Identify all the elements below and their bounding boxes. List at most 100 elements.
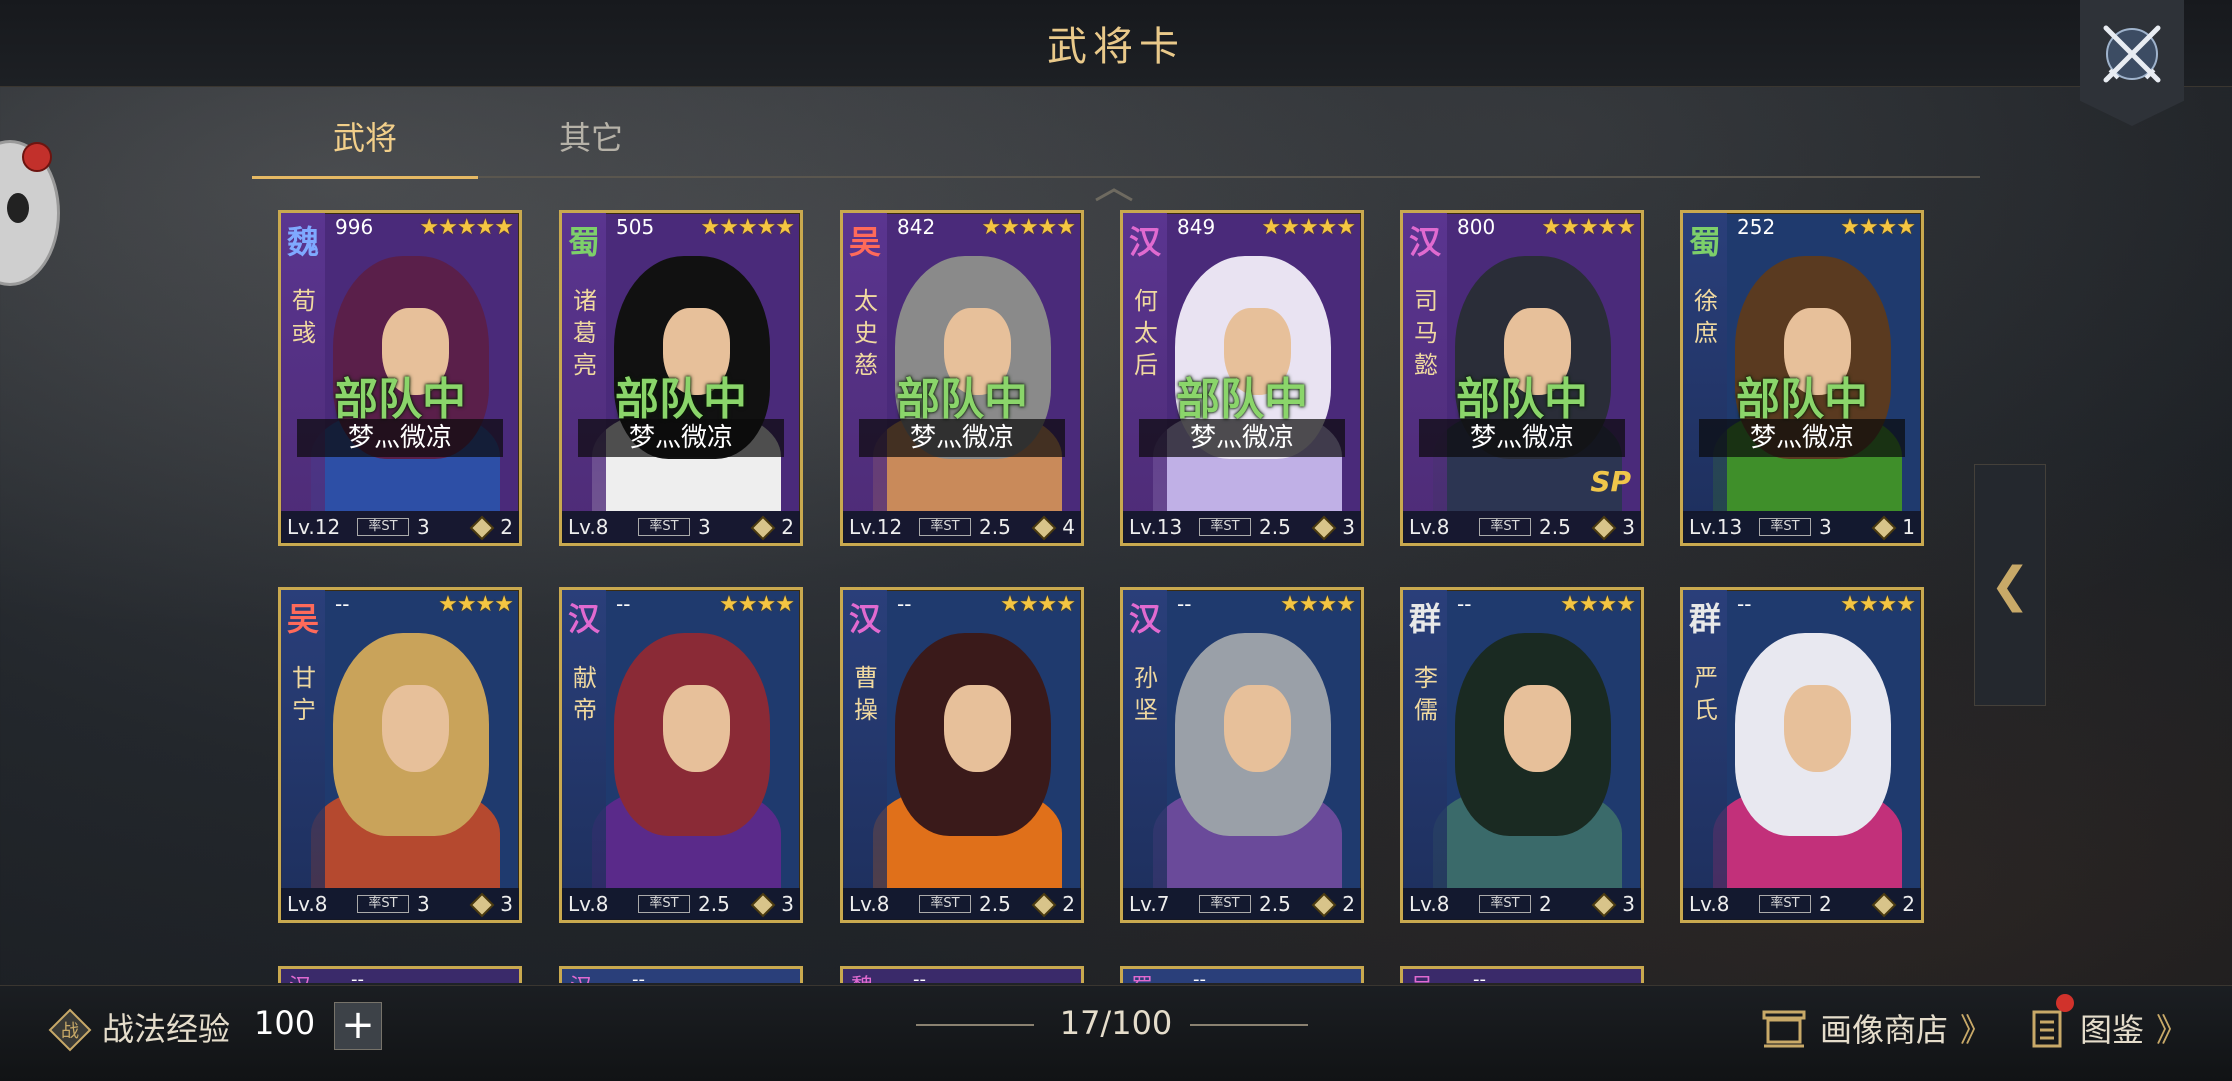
rate-badge: 率ST [1479,518,1531,536]
unit-count: 3 [781,892,794,916]
general-card-partial[interactable]: 魏 -- [840,966,1084,983]
faction-label: 魏 [287,223,320,261]
troop-type-icon [469,515,495,541]
faction-label: 魏 [851,969,873,983]
general-card[interactable]: 吴 842 ★★★★★ 太史慈 部队中 梦灬微凉 Lv.12 率ST 2.5 4 [840,210,1084,546]
general-card-partial[interactable]: 吴 -- [1400,966,1644,983]
troop-cost: 2.5 [698,892,730,916]
rate-badge: 率ST [1759,518,1811,536]
rate-badge: 率ST [357,518,409,536]
general-card[interactable]: 蜀 252 ★★★★ 徐庶 部队中 梦灬微凉 Lv.13 率ST 3 1 [1680,210,1924,546]
in-troop-label: 部队中 [896,374,1028,425]
scroll-up-icon [1095,188,1133,202]
general-card-partial[interactable]: 蜀 -- [1120,966,1364,983]
general-level: Lv.8 [568,515,609,539]
card-cost: -- [632,969,645,983]
owner-label: 梦灬微凉 [859,419,1065,457]
troop-cost: 3 [1819,515,1832,539]
top-bar: 武将卡 [0,0,2232,87]
troop-type-icon [1311,515,1337,541]
star-rating: ★★★★★ [1261,215,1356,240]
close-button[interactable] [2080,0,2184,126]
general-card[interactable]: 汉 -- ★★★★ 孙坚 Lv.7 率ST 2.5 2 [1120,587,1364,923]
general-card[interactable]: 汉 -- ★★★★ 曹操 Lv.8 率ST 2.5 2 [840,587,1084,923]
tab-generals[interactable]: 武将 [252,110,478,179]
general-card[interactable]: 魏 996 ★★★★★ 荀彧 部队中 梦灬微凉 Lv.12 率ST 3 2 [278,210,522,546]
general-card[interactable]: 汉 -- ★★★★ 献帝 Lv.8 率ST 2.5 3 [559,587,803,923]
rate-badge: 率ST [638,518,690,536]
card-cost: -- [897,592,912,616]
card-cost: -- [913,969,926,983]
general-name: 荀彧 [292,287,316,347]
in-troop-label: 部队中 [615,374,747,425]
faction-label: 汉 [568,600,601,638]
general-level: Lv.8 [1409,515,1450,539]
unit-count: 2 [1062,892,1075,916]
unit-count: 2 [781,515,794,539]
troop-type-icon [1031,515,1057,541]
general-level: Lv.8 [1689,892,1730,916]
card-footer: Lv.8 率ST 3 3 [281,888,519,920]
tab-others[interactable]: 其它 [478,110,704,176]
troop-cost: 2.5 [979,892,1011,916]
faction-label: 蜀 [568,223,601,261]
rate-badge: 率ST [1759,895,1811,913]
general-level: Lv.7 [1129,892,1170,916]
general-card[interactable]: 群 -- ★★★★ 李儒 Lv.8 率ST 2 3 [1400,587,1644,923]
faction-label: 汉 [289,969,311,983]
unit-count: 1 [1902,515,1915,539]
troop-cost: 2.5 [1259,515,1291,539]
rate-badge: 率ST [919,518,971,536]
troop-cost: 3 [417,515,430,539]
general-name: 甘宁 [292,664,316,724]
general-card[interactable]: 汉 800 ★★★★★ 司马懿 部队中 梦灬微凉 SP Lv.8 率ST 2.5 3 [1400,210,1644,546]
general-card[interactable]: 蜀 505 ★★★★★ 诸葛亮 部队中 梦灬微凉 Lv.8 率ST 3 2 [559,210,803,546]
portrait-face [382,685,449,772]
troop-type-icon [1311,892,1337,918]
star-rating: ★★★★ [1560,592,1636,617]
card-cost: -- [351,969,364,983]
card-cost: -- [1193,969,1206,983]
troop-cost: 2.5 [1259,892,1291,916]
general-card-partial[interactable]: 汉 -- [278,966,522,983]
unit-count: 2 [1902,892,1915,916]
crossed-swords-icon [2103,25,2161,83]
troop-type-icon [469,892,495,918]
general-card-partial[interactable]: 汉 -- [559,966,803,983]
general-card[interactable]: 汉 849 ★★★★★ 何太后 部队中 梦灬微凉 Lv.13 率ST 2.5 3 [1120,210,1364,546]
star-rating: ★★★★★ [700,215,795,240]
faction-label: 吴 [287,600,320,638]
card-footer: Lv.12 率ST 2.5 4 [843,511,1081,543]
troop-type-icon [750,892,776,918]
general-level: Lv.12 [849,515,903,539]
card-footer: Lv.8 率ST 2 2 [1683,888,1921,920]
faction-label: 汉 [1129,223,1162,261]
troop-cost: 3 [417,892,430,916]
unit-count: 3 [1622,515,1635,539]
rate-badge: 率ST [919,895,971,913]
shop-icon [1762,1010,1806,1048]
card-cost: 252 [1737,215,1776,239]
card-footer: Lv.13 率ST 3 1 [1683,511,1921,543]
general-card[interactable]: 吴 -- ★★★★ 甘宁 Lv.8 率ST 3 3 [278,587,522,923]
atlas-button[interactable]: 图鉴 》 [2030,998,2188,1058]
in-troop-label: 部队中 [1176,374,1308,425]
unit-count: 3 [500,892,513,916]
general-name: 献帝 [573,664,597,724]
unit-count: 3 [1342,515,1355,539]
portrait-shop-button[interactable]: 画像商店 》 [1762,998,1992,1058]
owner-label: 梦灬微凉 [578,419,784,457]
troop-cost: 2 [1539,892,1552,916]
unit-count: 2 [1342,892,1355,916]
troop-type-icon [1591,892,1617,918]
rate-badge: 率ST [1479,895,1531,913]
side-panel-toggle[interactable]: ❮ [1974,464,2046,706]
portrait-face [1784,685,1851,772]
star-rating: ★★★★ [1840,215,1916,240]
chevron-right-icon: 》 [1960,1011,1993,1049]
card-footer: Lv.8 率ST 2.5 3 [562,888,800,920]
portrait-face [1504,685,1571,772]
star-rating: ★★★★★ [981,215,1076,240]
general-card[interactable]: 群 -- ★★★★ 严氏 Lv.8 率ST 2 2 [1680,587,1924,923]
tab-bar: 武将 其它 [252,110,1980,179]
